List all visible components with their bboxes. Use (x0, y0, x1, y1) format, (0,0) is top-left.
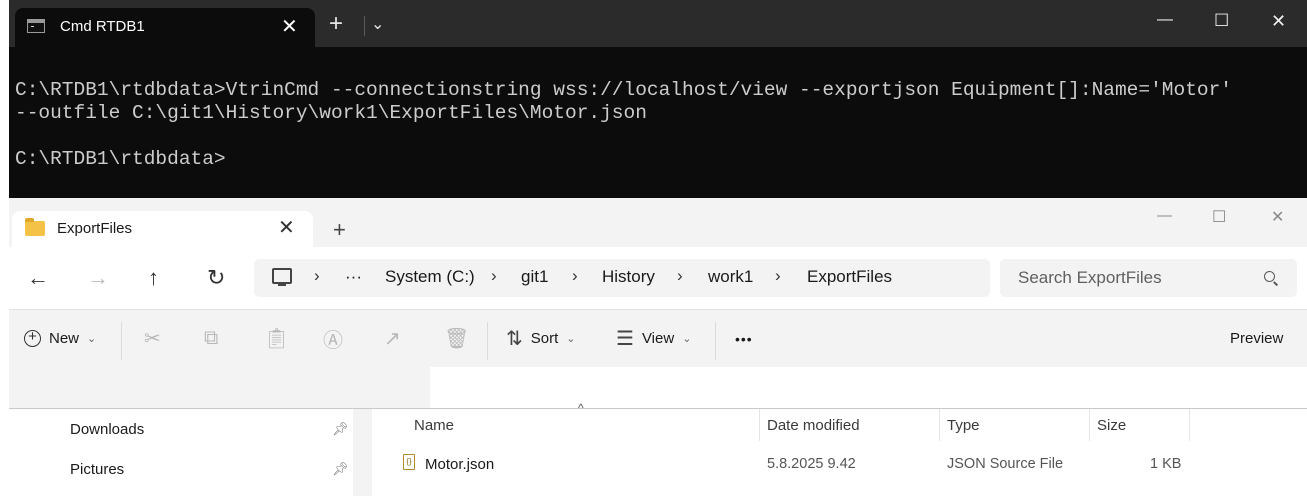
command-bar: New ⌄ ✂ ⧉ 📋︎ Ⓐ ↗ 🗑︎ ⇅ Sort ⌄ ☰ View ⌄ ••… (9, 309, 1307, 367)
breadcrumb-more[interactable]: ··· (345, 267, 362, 287)
plus-circle-icon (24, 328, 41, 347)
chevron-right-icon[interactable]: › (572, 266, 578, 286)
cmd-icon (27, 19, 45, 33)
breadcrumb-git1[interactable]: git1 (521, 267, 548, 287)
terminal-line: --outfile C:\git1\History\work1\ExportFi… (15, 102, 647, 124)
close-button[interactable]: ✕ (1271, 207, 1284, 227)
chevron-right-icon[interactable]: › (491, 266, 497, 286)
paste-button[interactable]: 📋︎ (264, 310, 289, 367)
close-tab-icon[interactable]: ✕ (281, 14, 298, 39)
terminal-window: Cmd RTDB1 ✕ + ⌄ — ☐ ✕ C:\RTDB1\rtdbdata>… (9, 0, 1307, 198)
back-button[interactable]: ← (27, 265, 49, 291)
terminal-output[interactable]: C:\RTDB1\rtdbdata>VtrinCmd --connections… (15, 79, 1232, 171)
sort-icon: ⇅ (506, 328, 523, 350)
minimize-button[interactable]: — (1157, 207, 1172, 224)
view-button[interactable]: ☰ View ⌄ (616, 310, 691, 367)
chevron-down-icon: ⌄ (87, 333, 97, 345)
nav-item-downloads[interactable]: Downloads (70, 421, 144, 438)
divider (121, 322, 122, 360)
details-pane-header (430, 367, 1307, 409)
view-list-icon: ☰ (616, 328, 634, 350)
sort-button[interactable]: ⇅ Sort ⌄ (506, 310, 576, 367)
breadcrumb-system-c[interactable]: System (C:) (385, 267, 475, 287)
forward-button[interactable]: → (87, 265, 109, 291)
column-divider[interactable] (1189, 409, 1190, 441)
divider (715, 322, 716, 360)
column-divider[interactable] (939, 409, 940, 441)
file-size: 1 KB (1150, 456, 1182, 472)
share-icon: ↗ (384, 328, 401, 350)
more-options-button[interactable]: ••• (735, 310, 753, 367)
rename-button[interactable]: Ⓐ (323, 310, 343, 367)
preview-button[interactable]: Preview (1230, 310, 1283, 367)
address-bar[interactable]: › ··· System (C:) › git1 › History › wor… (254, 259, 990, 297)
pin-icon[interactable]: 📌︎ (332, 421, 349, 437)
navigation-bar: ← → ↑ ↻ › ··· System (C:) › git1 › Histo… (9, 247, 1307, 309)
column-header-type[interactable]: Type (947, 417, 980, 434)
column-header-size[interactable]: Size (1097, 417, 1126, 434)
chevron-right-icon[interactable]: › (677, 266, 683, 286)
breadcrumb-work1[interactable]: work1 (708, 267, 753, 287)
search-placeholder: Search ExportFiles (1018, 268, 1162, 287)
terminal-prompt: C:\RTDB1\rtdbdata> (15, 148, 226, 170)
minimize-button[interactable]: — (1157, 11, 1173, 29)
navigation-pane: Downloads 📌︎ Pictures 📌︎ (9, 409, 353, 496)
explorer-window: ExportFiles ✕ + — ☐ ✕ ← → ↑ ↻ › ··· Syst… (9, 198, 1307, 496)
copy-icon: ⧉ (204, 327, 219, 349)
new-label: New (49, 330, 80, 347)
column-header-date-modified[interactable]: Date modified (767, 417, 860, 434)
cut-button[interactable]: ✂ (144, 310, 161, 367)
refresh-button[interactable]: ↻ (207, 265, 225, 291)
explorer-tab[interactable]: ExportFiles ✕ (12, 211, 313, 247)
file-list: ^ Name Date modified Type Size {} Motor.… (372, 401, 1307, 496)
chevron-down-icon: ⌄ (566, 333, 576, 345)
explorer-tab-title: ExportFiles (57, 220, 133, 237)
json-file-icon: {} (403, 454, 415, 470)
chevron-right-icon[interactable]: › (314, 266, 320, 286)
delete-button[interactable]: 🗑︎ (444, 310, 469, 367)
terminal-titlebar: Cmd RTDB1 ✕ + ⌄ — ☐ ✕ (9, 0, 1307, 47)
divider (487, 322, 488, 360)
search-icon (1264, 271, 1275, 282)
close-tab-icon[interactable]: ✕ (278, 215, 295, 240)
divider (364, 16, 365, 36)
trash-icon: 🗑︎ (444, 328, 470, 350)
breadcrumb-history[interactable]: History (602, 267, 655, 287)
up-button[interactable]: ↑ (148, 265, 159, 291)
column-divider[interactable] (1089, 409, 1090, 441)
file-type: JSON Source File (947, 456, 1064, 472)
pane-splitter[interactable] (353, 409, 372, 496)
new-tab-button[interactable]: + (333, 219, 346, 241)
folder-icon (25, 218, 45, 236)
rename-icon: Ⓐ (323, 330, 343, 352)
computer-icon (272, 268, 292, 286)
scissors-icon: ✂ (144, 328, 161, 350)
sort-label: Sort (530, 330, 559, 347)
clipboard-icon: 📋︎ (264, 328, 290, 350)
terminal-line: C:\RTDB1\rtdbdata>VtrinCmd --connections… (15, 79, 1232, 101)
chevron-right-icon[interactable]: › (775, 266, 781, 286)
file-name[interactable]: Motor.json (425, 456, 494, 473)
search-box[interactable]: Search ExportFiles (1000, 259, 1297, 297)
terminal-tab[interactable]: Cmd RTDB1 ✕ (15, 8, 315, 47)
column-header-name[interactable]: Name (414, 417, 454, 434)
share-button[interactable]: ↗ (384, 310, 401, 367)
pin-icon[interactable]: 📌︎ (332, 461, 349, 477)
maximize-button[interactable]: ☐ (1212, 207, 1226, 227)
terminal-tab-title: Cmd RTDB1 (60, 18, 145, 35)
new-button[interactable]: New ⌄ (24, 310, 96, 367)
close-button[interactable]: ✕ (1271, 11, 1286, 32)
sort-ascending-icon: ^ (578, 401, 584, 415)
nav-item-pictures[interactable]: Pictures (70, 461, 124, 478)
maximize-button[interactable]: ☐ (1214, 11, 1229, 31)
chevron-down-icon: ⌄ (682, 333, 692, 345)
breadcrumb-exportfiles[interactable]: ExportFiles (807, 267, 892, 287)
chevron-down-icon[interactable]: ⌄ (371, 14, 384, 34)
file-date: 5.8.2025 9.42 (767, 456, 856, 472)
view-label: View (641, 330, 675, 347)
new-tab-button[interactable]: + (329, 12, 343, 36)
column-divider[interactable] (759, 409, 760, 441)
copy-button[interactable]: ⧉ (204, 310, 218, 367)
